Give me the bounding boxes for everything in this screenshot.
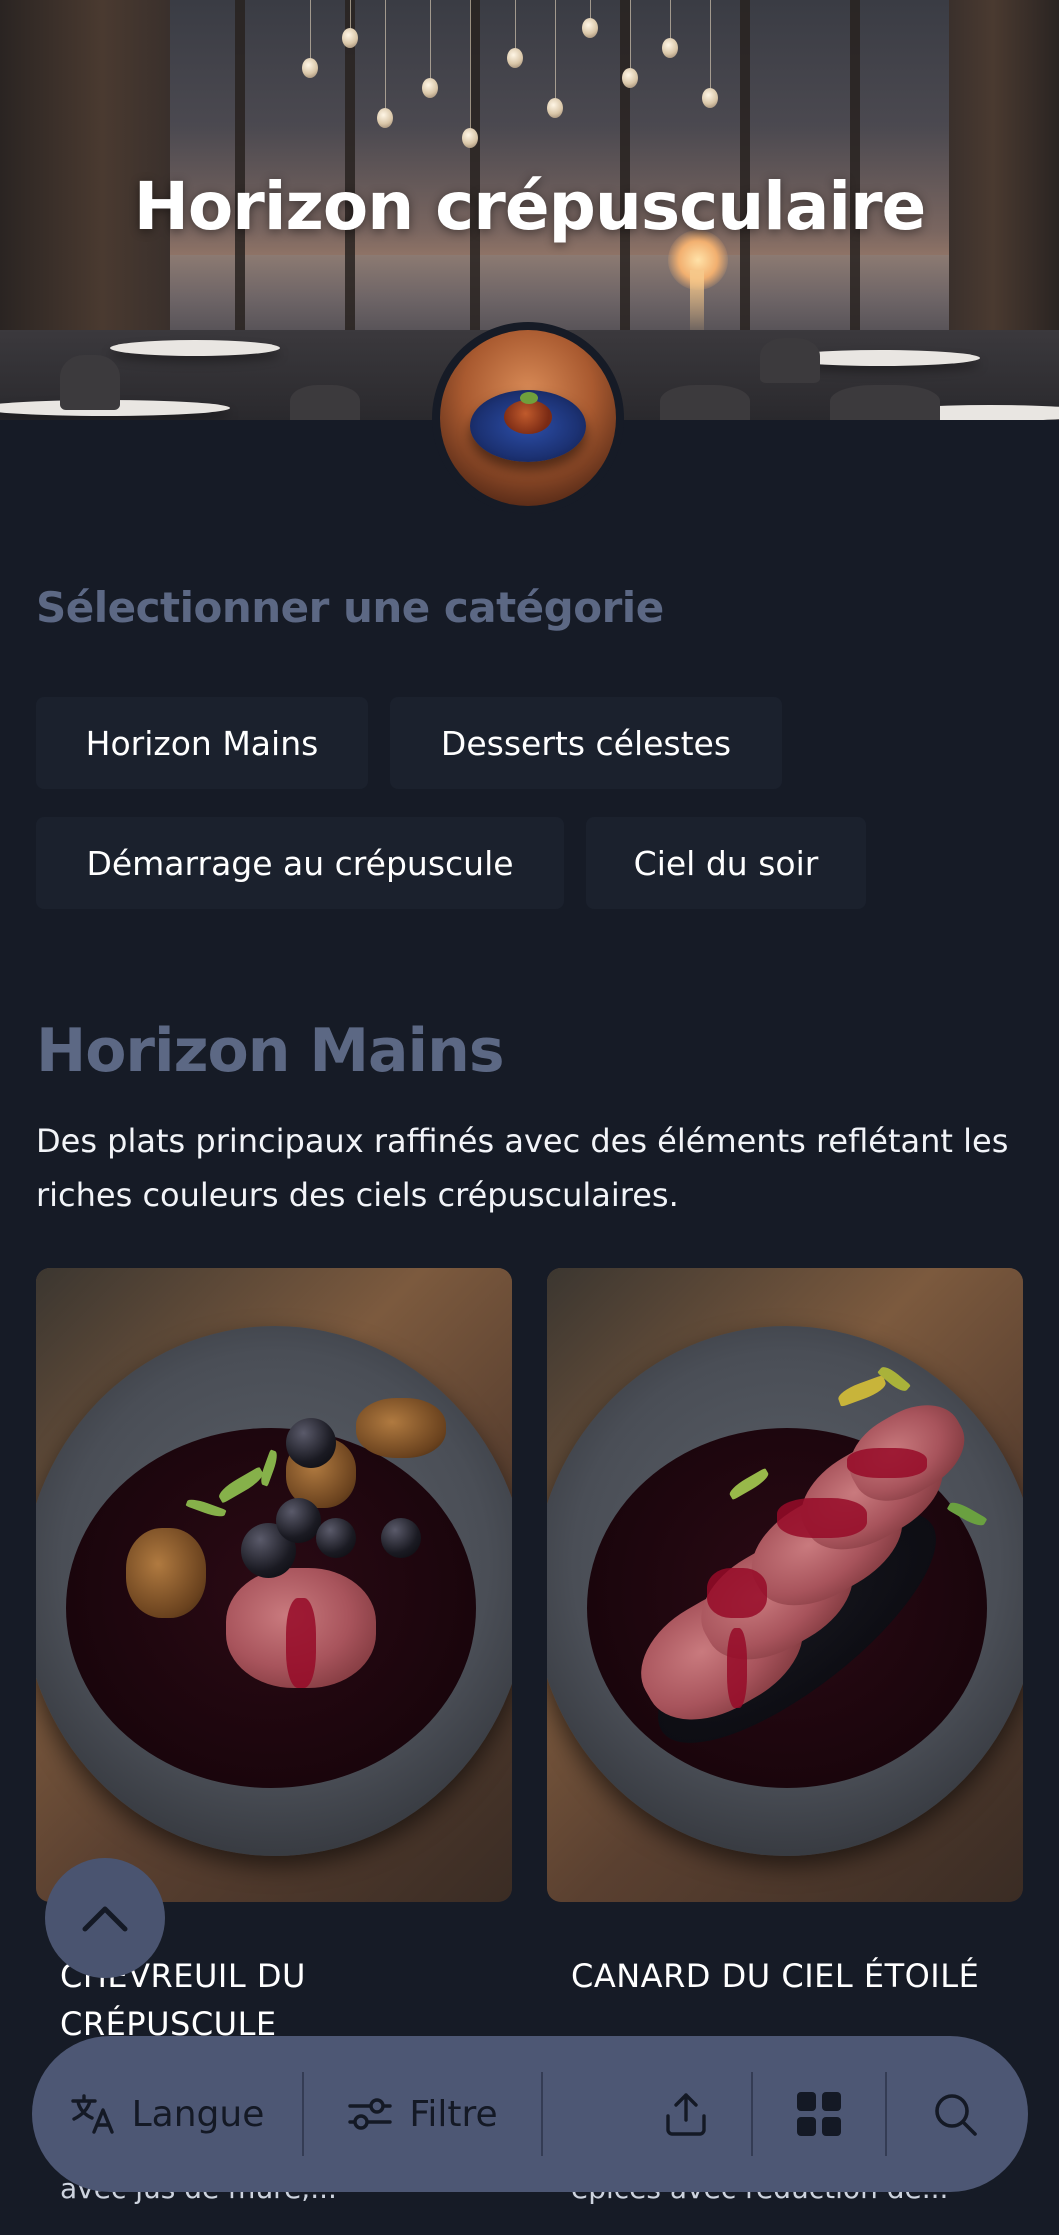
dish-card[interactable] — [36, 1268, 512, 1902]
dish-image — [36, 1268, 512, 1902]
filter-label: Filtre — [409, 2093, 498, 2135]
bottom-toolbar: Langue Filtre — [32, 2036, 1028, 2192]
language-button[interactable]: Langue — [32, 2036, 302, 2192]
chevron-up-icon — [82, 1906, 128, 1932]
dish-image — [547, 1268, 1023, 1902]
filter-button[interactable]: Filtre — [304, 2036, 541, 2192]
chip-ciel-du-soir[interactable]: Ciel du soir — [586, 817, 866, 909]
restaurant-avatar — [432, 322, 624, 514]
category-title: Horizon Mains — [36, 1016, 505, 1086]
chip-demarrage-au-crepuscule[interactable]: Démarrage au crépuscule — [36, 817, 564, 909]
grid-icon — [797, 2092, 841, 2136]
search-icon — [935, 2094, 977, 2136]
filter-icon — [348, 2098, 393, 2130]
search-button[interactable] — [887, 2036, 1023, 2192]
menu-page: Horizon crépusculaire Sélectionner une c… — [0, 0, 1059, 2235]
chip-desserts-celestes[interactable]: Desserts célestes — [390, 697, 782, 789]
category-description: Des plats principaux raffinés avec des é… — [36, 1122, 1009, 1214]
language-label: Langue — [131, 2093, 265, 2135]
share-button[interactable] — [543, 2036, 751, 2192]
chip-label: Ciel du soir — [633, 843, 819, 883]
translate-icon — [70, 2094, 114, 2134]
scroll-to-top-button[interactable] — [45, 1858, 165, 1978]
share-icon — [666, 2093, 706, 2136]
chandelier-decoration — [290, 0, 750, 160]
category-picker-label: Sélectionner une catégorie — [36, 583, 664, 632]
chip-label: Démarrage au crépuscule — [86, 843, 514, 883]
chip-horizon-mains[interactable]: Horizon Mains — [36, 697, 368, 789]
restaurant-title: Horizon crépusculaire — [133, 168, 927, 245]
grid-view-button[interactable] — [753, 2036, 885, 2192]
chip-label: Desserts célestes — [440, 723, 732, 763]
dish-card[interactable] — [547, 1268, 1023, 1902]
chip-label: Horizon Mains — [85, 723, 319, 763]
dish-name: CANARD DU CIEL ÉTOILÉ — [571, 1957, 980, 1995]
